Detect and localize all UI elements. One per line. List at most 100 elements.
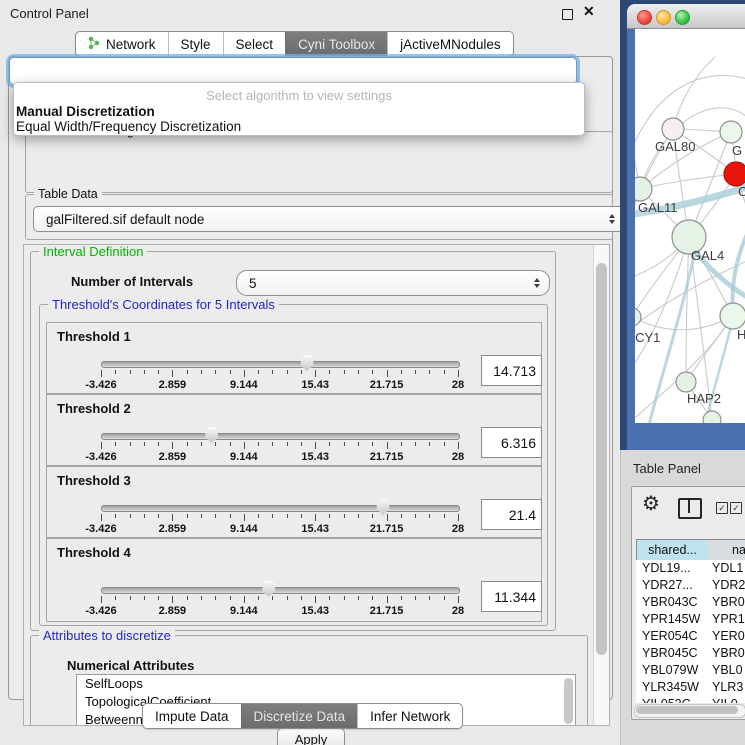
tick-mark: [215, 596, 216, 600]
table-row[interactable]: YBR043CYBR0: [636, 594, 745, 611]
tick-mark: [172, 442, 173, 449]
network-node-c[interactable]: [724, 162, 745, 186]
table-row[interactable]: YBL079WYBL0: [636, 662, 745, 679]
tick-label: 15.43: [301, 523, 329, 535]
tick-label: 15.43: [301, 451, 329, 463]
slider-thumb[interactable]: [204, 426, 219, 443]
threshold-value-input[interactable]: 14.713: [481, 355, 542, 386]
tick-mark: [130, 442, 131, 446]
apply-button[interactable]: Apply: [277, 728, 345, 745]
network-node-gcy1[interactable]: [635, 308, 641, 326]
screen: Control Panel ✕ NetworkStyleSelectCyni T…: [0, 0, 745, 745]
window-titlebar[interactable]: [627, 4, 745, 29]
tab-network[interactable]: Network: [76, 32, 168, 56]
threshold-box-2: Threshold 2-3.4262.8599.14415.4321.71528…: [46, 394, 542, 466]
tick-mark: [130, 596, 131, 600]
node-label: GAL4: [691, 248, 724, 263]
tab-style[interactable]: Style: [168, 32, 223, 56]
table-row[interactable]: YLR345WYLR3: [636, 679, 745, 696]
table-row[interactable]: YIL052CYIL0: [636, 696, 745, 703]
zoom-traffic-light-icon[interactable]: [675, 10, 690, 25]
tick-mark: [130, 370, 131, 374]
tick-mark: [287, 370, 288, 374]
network-node-node[interactable]: [703, 411, 721, 423]
checkbox-icon[interactable]: ✓: [716, 502, 728, 514]
algorithm-select[interactable]: [9, 57, 577, 85]
slider-track[interactable]: [101, 433, 460, 440]
horizontal-scrollbar[interactable]: [634, 704, 745, 718]
num-intervals-label: Number of Intervals: [71, 274, 193, 289]
list-scrollbar[interactable]: [564, 678, 573, 724]
tick-mark: [329, 442, 330, 446]
slider-thumb[interactable]: [376, 498, 391, 515]
tab-impute-data[interactable]: Impute Data: [143, 704, 241, 728]
network-view[interactable]: GAL80GCGAL11GAL4GCY1HHAP2: [635, 29, 745, 423]
tab-label: Impute Data: [155, 709, 229, 724]
tick-mark: [115, 370, 116, 374]
tick-mark: [158, 514, 159, 518]
columns-icon[interactable]: [678, 498, 702, 519]
minimize-traffic-light-icon[interactable]: [656, 10, 671, 25]
tick-mark: [101, 596, 102, 603]
table-data-select[interactable]: galFiltered.sif default node: [33, 206, 625, 232]
table-row[interactable]: YPR145WYPR1: [636, 611, 745, 628]
tick-mark: [301, 442, 302, 446]
network-edge-thick: [733, 234, 745, 314]
tab-label: Select: [236, 37, 274, 52]
tab-select[interactable]: Select: [223, 32, 286, 56]
threshold-value-input[interactable]: 6.316: [481, 427, 542, 458]
table-row[interactable]: YDL19...YDL1: [636, 560, 745, 577]
tab-discretize-data[interactable]: Discretize Data: [241, 704, 358, 728]
vertical-scrollbar[interactable]: [593, 245, 609, 725]
updown-arrows-icon: [534, 278, 540, 288]
node-label: C: [738, 184, 745, 199]
column-header-shared-name[interactable]: shared...: [636, 539, 709, 561]
checkbox-icon[interactable]: ✓: [730, 502, 742, 514]
tick-label: -3.426: [85, 605, 116, 617]
slider-track[interactable]: [101, 361, 460, 368]
tick-mark: [172, 596, 173, 603]
slider-thumb[interactable]: [261, 580, 276, 597]
slider-track[interactable]: [101, 587, 460, 594]
scrollbar-thumb[interactable]: [596, 263, 607, 655]
algorithm-option-equal-width-frequency-discretization[interactable]: Equal Width/Frequency Discretization: [16, 119, 241, 134]
network-edge: [635, 316, 733, 330]
scrollbar-thumb[interactable]: [636, 706, 738, 714]
network-node-h[interactable]: [720, 303, 745, 329]
network-node-gal11[interactable]: [635, 177, 652, 201]
tick-mark: [115, 442, 116, 446]
close-traffic-light-icon[interactable]: [637, 10, 652, 25]
column-header-name[interactable]: na: [708, 539, 745, 561]
table-row[interactable]: YBR045CYBR0: [636, 645, 745, 662]
network-graph[interactable]: GAL80GCGAL11GAL4GCY1HHAP2: [635, 29, 745, 423]
network-node-g[interactable]: [720, 121, 742, 143]
threshold-label: Threshold 4: [57, 545, 131, 560]
tab-jactivemnodules[interactable]: jActiveMNodules: [387, 32, 513, 56]
table-panel: ⚙ ✓ ✓ shared... na YDL19...YDL1YDR27...Y…: [631, 486, 745, 720]
network-node-hap2[interactable]: [676, 372, 696, 392]
close-icon[interactable]: ✕: [583, 3, 595, 20]
threshold-value-input[interactable]: 21.4: [481, 499, 542, 530]
list-item[interactable]: SelfLoops: [77, 675, 575, 693]
tick-label: 15.43: [301, 379, 329, 391]
tick-mark: [387, 370, 388, 377]
table-row[interactable]: YER054CYER0: [636, 628, 745, 645]
gear-icon[interactable]: ⚙: [642, 493, 660, 515]
tick-mark: [329, 514, 330, 518]
table-row[interactable]: YDR27...YDR2: [636, 577, 745, 594]
slider-thumb[interactable]: [300, 354, 315, 371]
num-intervals-spinner[interactable]: 5: [236, 270, 550, 296]
settings-scrollpane: Interval Definition Number of Intervals …: [23, 244, 610, 726]
network-edge: [686, 237, 689, 382]
slider-track[interactable]: [101, 505, 460, 512]
network-node-gal80[interactable]: [662, 118, 684, 140]
tab-cyni-toolbox[interactable]: Cyni Toolbox: [285, 32, 387, 56]
tick-mark: [187, 442, 188, 446]
tab-infer-network[interactable]: Infer Network: [357, 704, 462, 728]
algorithm-option-manual-discretization[interactable]: Manual Discretization: [16, 104, 155, 119]
algorithm-dropdown: Select algorithm to view settingsManual …: [13, 82, 585, 136]
tick-mark: [258, 442, 259, 446]
float-icon[interactable]: [562, 9, 573, 20]
tick-mark: [201, 596, 202, 600]
threshold-value-input[interactable]: 11.344: [481, 581, 542, 612]
